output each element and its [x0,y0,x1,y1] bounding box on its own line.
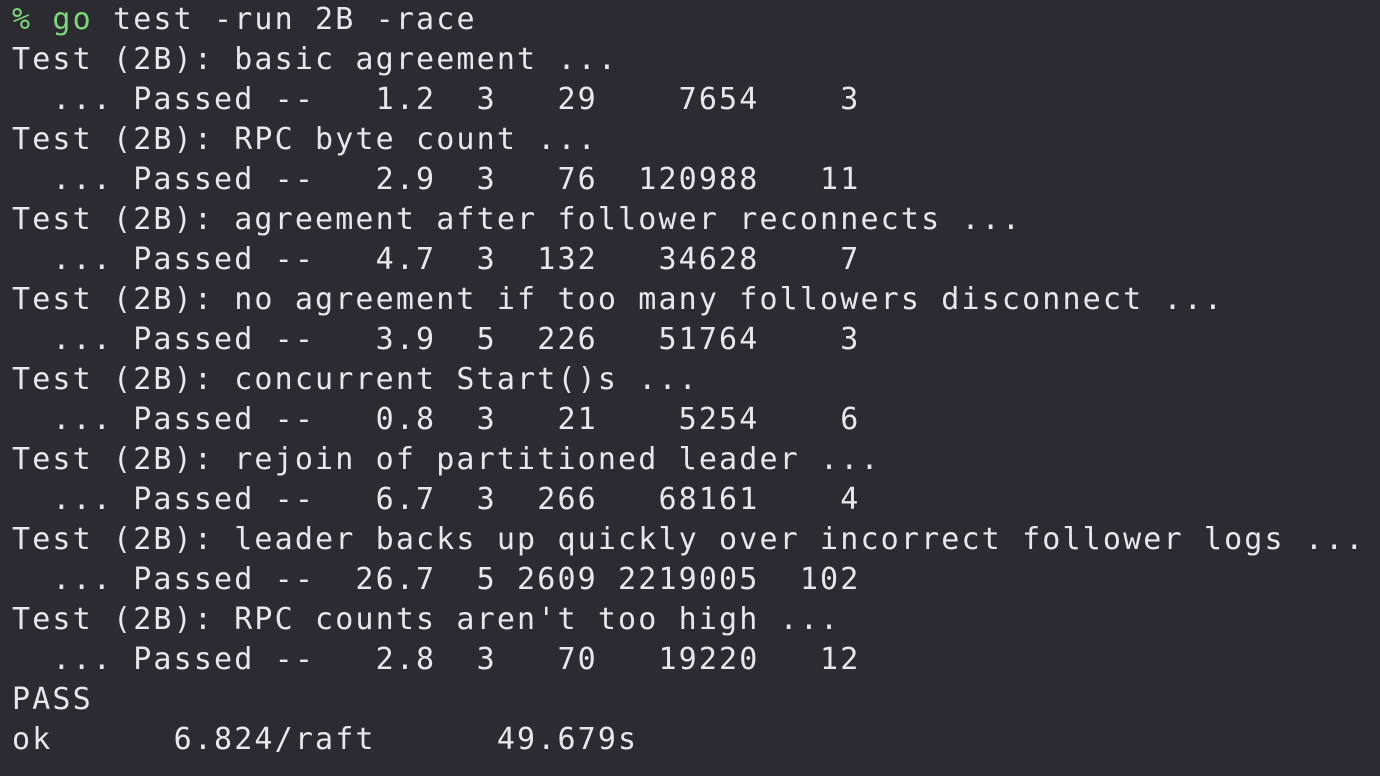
command-program: go [52,2,93,37]
output-line-test-header: Test (2B): concurrent Start()s ... [12,362,699,397]
output-line-test-header: Test (2B): RPC byte count ... [12,122,598,157]
output-line-test-result: ... Passed -- 3.9 5 226 51764 3 [12,322,861,357]
terminal-window[interactable]: % go test -run 2B -race Test (2B): basic… [0,0,1380,776]
output-line-test-result: ... Passed -- 6.7 3 266 68161 4 [12,482,861,517]
output-line-test-header: Test (2B): RPC counts aren't too high ..… [12,602,841,637]
output-line-test-result: ... Passed -- 2.9 3 76 120988 11 [12,162,861,197]
output-line-test-result: ... Passed -- 26.7 5 2609 2219005 102 [12,562,861,597]
output-line-test-header: Test (2B): basic agreement ... [12,42,619,77]
command-line: % go test -run 2B -race [12,0,477,40]
output-line-test-result: ... Passed -- 4.7 3 132 34628 7 [12,242,861,277]
output-line-pass: PASS [12,682,93,717]
output-line-test-result: ... Passed -- 1.2 3 29 7654 3 [12,82,861,117]
output-line-test-result: ... Passed -- 0.8 3 21 5254 6 [12,402,861,437]
command-args: test -run 2B -race [92,2,477,37]
output-line-test-header: Test (2B): no agreement if too many foll… [12,282,1225,317]
output-line-test-header: Test (2B): agreement after follower reco… [12,202,1023,237]
prompt-symbol: % [12,2,33,37]
output-line-summary: ok 6.824/raft 49.679s [12,722,639,757]
output-line-test-header: Test (2B): rejoin of partitioned leader … [12,442,881,477]
output-line-test-result: ... Passed -- 2.8 3 70 19220 12 [12,642,861,677]
output-line-test-header: Test (2B): leader backs up quickly over … [12,522,1366,557]
